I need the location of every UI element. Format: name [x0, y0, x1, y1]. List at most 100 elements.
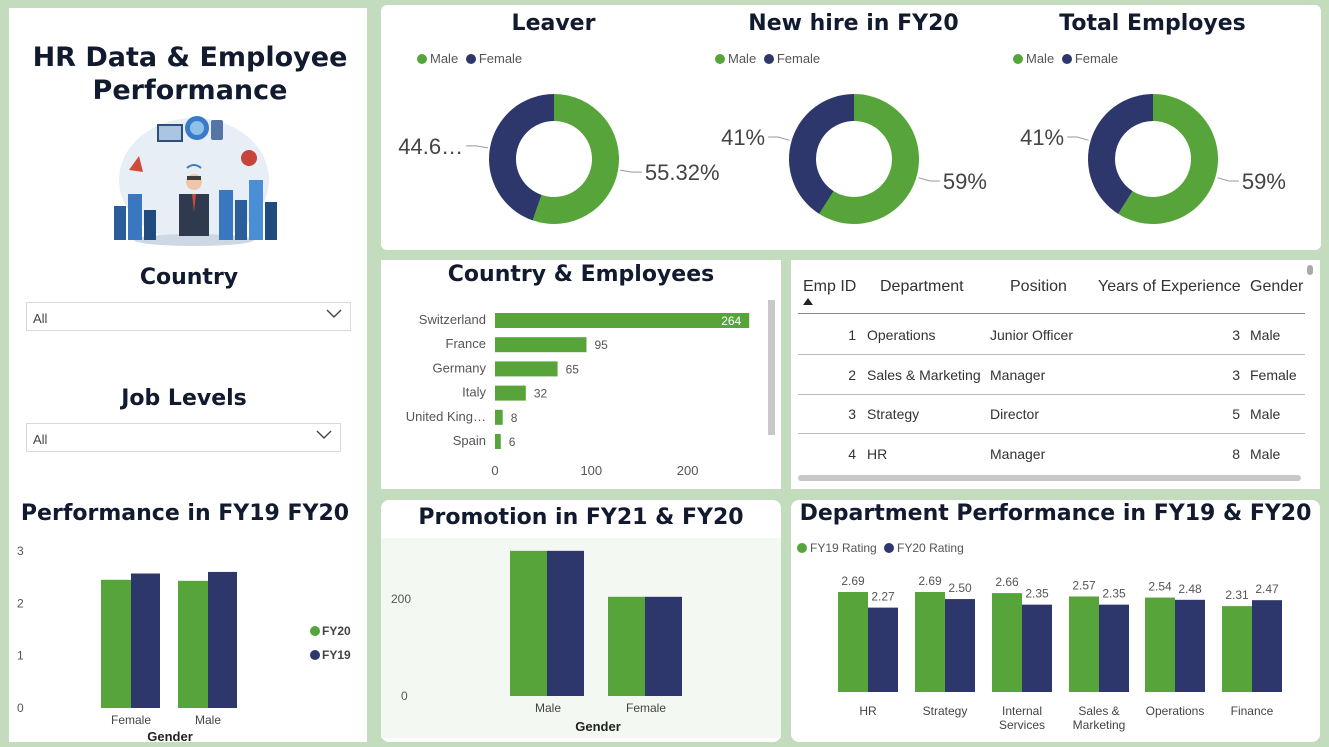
legend-female: Female — [478, 51, 523, 66]
promo-x-axis-label: Gender — [575, 719, 621, 734]
perf-x-axis-label: Gender — [147, 729, 193, 742]
gender-donuts-panel: Leaver Male Female 55.32% 44.6… New hire … — [381, 5, 1321, 250]
dept-fy19-value-label: 2.57 — [1072, 578, 1096, 592]
legend-dot-female — [465, 54, 476, 64]
legend-dot-fy19 — [797, 543, 807, 553]
table-cell: 2 — [848, 366, 856, 383]
total-employees-title: Total Employes — [1059, 11, 1246, 36]
dept-fy19-value-label: 2.54 — [1148, 580, 1172, 594]
dept-fy20-value-label: 2.47 — [1255, 582, 1279, 596]
promotion-chart-title: Promotion in FY21 & FY20 — [418, 505, 744, 530]
col-header-gender[interactable]: Gender — [1250, 278, 1303, 296]
table-cell: 3 — [1232, 327, 1240, 343]
donut-male-label: 59% — [1242, 169, 1286, 194]
table-cell: HR — [867, 445, 888, 462]
dept-category-label-line: Sales & — [1078, 704, 1119, 718]
table-row-divider — [798, 433, 1305, 434]
country-value-label: 32 — [534, 387, 548, 401]
table-cell: Manager — [990, 445, 1046, 462]
country-bar — [495, 337, 587, 353]
table-vertical-scrollbar[interactable] — [1307, 265, 1313, 275]
sidebar-panel: HR Data & Employee Performance Country A… — [9, 8, 367, 742]
perf-bar-fy20 — [101, 579, 131, 708]
promo-bar-series2 — [645, 596, 682, 696]
perf-y-tick-label: 2 — [17, 596, 24, 610]
perf-bar-fy19 — [131, 573, 160, 708]
country-dropdown[interactable]: All — [26, 302, 351, 331]
promotion-bar-chart: 0 200 Male Female Gender — [381, 538, 781, 738]
table-cell: Director — [990, 406, 1040, 422]
total-employees-donut-chart: 59% 41% — [1020, 94, 1286, 224]
dept-bar-fy20 — [1252, 600, 1282, 692]
promo-bar-series2 — [547, 550, 584, 696]
country-value-label: 8 — [511, 411, 518, 425]
country-x-tick-label: 200 — [677, 463, 699, 478]
promo-bar-series1 — [510, 550, 547, 696]
col-header-emp-id[interactable]: Emp ID — [803, 278, 856, 296]
leaver-donut-chart: 55.32%44.6… — [398, 94, 720, 224]
dept-fy20-value-label: 2.27 — [871, 590, 895, 604]
table-cell: 8 — [1232, 445, 1240, 462]
donut-female-leader-line — [466, 145, 489, 149]
dept-fy19-value-label: 2.66 — [995, 575, 1019, 589]
department-bar-chart: 2.69 2.27 HR 2.69 2.50 Strategy 2.66 2.35 Intern… — [838, 574, 1282, 732]
dept-category-label-line: Internal — [1002, 704, 1042, 718]
promotion-chart-panel: Promotion in FY21 & FY20 0 200 Male Female G… — [381, 500, 781, 742]
country-chart-scrollbar[interactable] — [768, 300, 775, 435]
dept-bar-fy19 — [915, 592, 945, 692]
table-cell: Male — [1250, 445, 1281, 462]
leaver-title: Leaver — [511, 11, 596, 36]
employee-table-panel: Emp ID Department Position Years of Expe… — [791, 260, 1320, 489]
dashboard-title-line1: HR Data & Employee — [32, 42, 348, 73]
country-value-label: 65 — [566, 362, 580, 376]
table-cell: Male — [1250, 406, 1281, 422]
dept-category-label-line: Services — [999, 718, 1045, 732]
table-cell: Strategy — [867, 406, 920, 422]
new-hire-donut-card: New hire in FY20 Male Female 59% 41% — [681, 5, 1026, 250]
country-x-tick-label: 100 — [580, 463, 602, 478]
dept-category-label: Sales & Marketing — [1073, 704, 1126, 732]
job-levels-filter-label: Job Levels — [121, 386, 247, 411]
country-chart-panel: Country & Employees Switzerland 264 France… — [381, 260, 781, 489]
col-header-years-experience[interactable]: Years of Experience — [1098, 278, 1241, 296]
table-cell: Operations — [867, 327, 936, 343]
sort-ascending-icon[interactable] — [803, 298, 813, 305]
dept-bar-fy20 — [1175, 599, 1205, 692]
donut-male-leader-line — [918, 177, 940, 182]
department-chart-panel: Department Performance in FY19 & FY20 FY… — [791, 500, 1320, 742]
country-bar — [495, 409, 503, 425]
new-hire-legend: Male Female — [715, 51, 820, 66]
perf-bar-fy20 — [178, 580, 208, 708]
table-row-divider — [798, 354, 1305, 355]
col-header-position[interactable]: Position — [1010, 278, 1067, 296]
new-hire-donut-chart: 59%41% — [721, 94, 987, 224]
legend-dot-female — [1061, 54, 1072, 64]
country-value-label: 6 — [509, 435, 516, 449]
dept-bar-fy19 — [838, 592, 868, 692]
department-chart-title: Department Performance in FY19 & FY20 — [799, 501, 1312, 526]
legend-female: Female — [1074, 51, 1119, 66]
dept-bar-fy19 — [1069, 596, 1099, 692]
job-levels-dropdown[interactable]: All — [26, 423, 341, 452]
legend-dot-male — [715, 54, 725, 64]
dept-category-label: Strategy — [923, 704, 968, 718]
perf-category-label: Female — [111, 713, 151, 727]
table-cell: Junior Officer — [990, 327, 1073, 343]
new-hire-title: New hire in FY20 — [748, 11, 959, 36]
donut-female-label: 41% — [721, 125, 765, 150]
legend-dot-fy20 — [884, 543, 895, 553]
total-employees-donut-card: Total Employes Male Female 59% 41% — [980, 5, 1321, 250]
legend-dot-male — [417, 54, 427, 64]
donut-male-leader-line — [619, 169, 642, 173]
perf-category-label: Male — [195, 713, 221, 727]
dept-fy20-value-label: 2.48 — [1178, 582, 1202, 596]
table-cell: Sales & Marketing — [867, 366, 981, 383]
table-horizontal-scrollbar[interactable] — [798, 475, 1301, 481]
promo-y-tick-label: 0 — [401, 689, 408, 703]
col-header-department[interactable]: Department — [880, 278, 964, 296]
table-cell: Manager — [990, 366, 1046, 383]
dept-fy20-value-label: 2.35 — [1102, 587, 1126, 601]
leaver-legend: Male Female — [417, 51, 522, 66]
country-category-label: France — [446, 336, 486, 351]
donut-female-label: 41% — [1020, 125, 1064, 150]
